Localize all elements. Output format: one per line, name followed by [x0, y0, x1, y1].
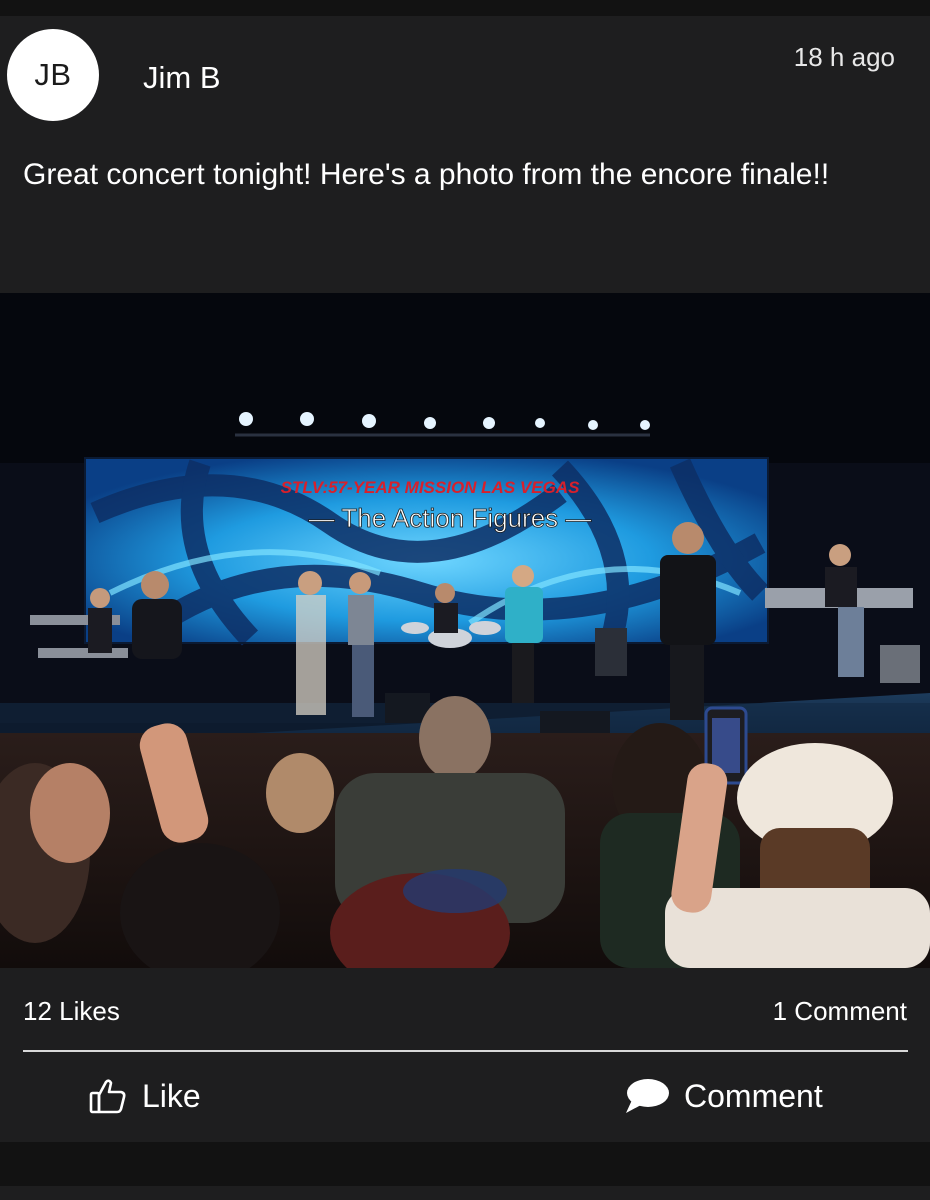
post-text: Great concert tonight! Here's a photo fr… [23, 158, 830, 191]
comment-button[interactable]: Comment [624, 1066, 823, 1126]
screen-title: STLV:57-YEAR MISSION LAS VEGAS [281, 478, 580, 497]
post-photo[interactable]: STLV:57-YEAR MISSION LAS VEGAS — The Act… [0, 293, 930, 968]
feed-top-spacer [0, 0, 930, 16]
comment-label: Comment [684, 1077, 823, 1114]
comments-count[interactable]: 1 Comment [773, 996, 907, 1027]
post-stats: 12 Likes 1 Comment [0, 992, 930, 1032]
avatar-initials: JB [34, 57, 72, 92]
next-post-card [0, 1186, 930, 1200]
speech-bubble-icon [624, 1076, 670, 1116]
post-card: JB Jim B 18 h ago Great concert tonight!… [0, 16, 930, 1142]
post-timestamp: 18 h ago [793, 42, 895, 72]
avatar[interactable]: JB [7, 29, 99, 121]
feed-separator [0, 1142, 930, 1186]
like-button[interactable]: Like [88, 1066, 201, 1126]
post-header: JB Jim B 18 h ago Great concert tonight!… [0, 16, 930, 292]
divider [23, 1050, 908, 1052]
screen-band-name: — The Action Figures — [309, 503, 592, 533]
like-label: Like [142, 1077, 201, 1114]
thumbs-up-icon [88, 1076, 128, 1116]
author-name[interactable]: Jim B [143, 60, 221, 96]
likes-count[interactable]: 12 Likes [23, 996, 120, 1027]
